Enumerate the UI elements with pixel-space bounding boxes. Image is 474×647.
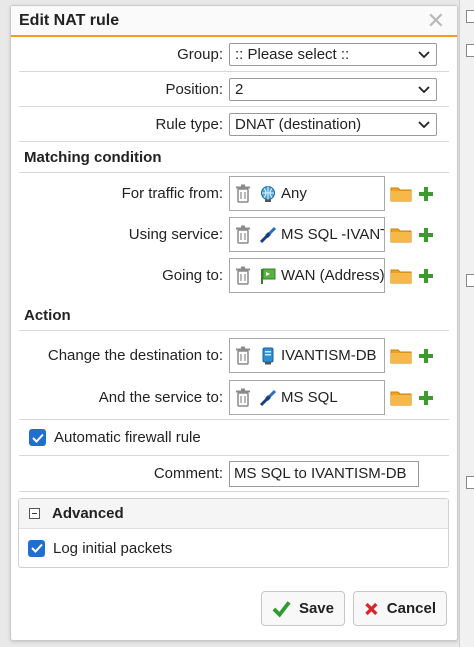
host-server-icon <box>262 347 274 364</box>
position-row: Position: 2 <box>19 72 449 107</box>
automatic-firewall-label: Automatic firewall rule <box>54 429 201 446</box>
traffic-from-label: For traffic from: <box>121 185 223 202</box>
traffic-from-row: For traffic from: Any <box>19 173 449 214</box>
folder-icon[interactable] <box>390 347 412 364</box>
save-button[interactable]: Save <box>261 591 345 626</box>
row-checkbox[interactable] <box>466 10 474 23</box>
comment-label: Comment: <box>153 465 223 482</box>
advanced-header[interactable]: Advanced <box>19 499 448 529</box>
background-table-edge <box>459 0 474 647</box>
change-destination-value: IVANTISM-DB <box>281 347 377 364</box>
log-initial-checkbox[interactable] <box>28 539 45 557</box>
advanced-panel: Advanced Log initial packets <box>18 498 449 568</box>
using-service-row: Using service: MS SQL -IVANTI <box>19 214 449 255</box>
trash-icon[interactable] <box>235 184 251 204</box>
folder-icon[interactable] <box>390 185 412 202</box>
and-service-value: MS SQL <box>281 389 338 406</box>
traffic-from-dropzone[interactable]: Any <box>229 176 385 211</box>
save-button-label: Save <box>298 600 334 617</box>
row-checkbox[interactable] <box>466 476 474 489</box>
log-initial-row: Log initial packets <box>19 529 448 567</box>
group-select-value: :: Please select :: <box>235 45 350 63</box>
rule-type-select[interactable]: DNAT (destination) <box>229 112 437 136</box>
chevron-down-icon <box>418 121 430 129</box>
trash-icon[interactable] <box>235 225 251 245</box>
row-checkbox[interactable] <box>466 274 474 287</box>
rule-type-select-value: DNAT (destination) <box>235 115 362 133</box>
trash-icon[interactable] <box>235 388 251 408</box>
chevron-down-icon <box>418 86 430 94</box>
comment-row: Comment: MS SQL to IVANTISM-DB <box>19 456 449 492</box>
change-destination-row: Change the destination to: IVANTISM-DB <box>19 335 449 376</box>
going-to-value: WAN (Address) <box>281 267 384 284</box>
log-initial-label: Log initial packets <box>53 539 173 557</box>
chevron-down-icon <box>418 51 430 59</box>
using-service-label: Using service: <box>128 226 223 243</box>
using-service-value: MS SQL -IVANTI <box>281 226 384 243</box>
rule-type-label: Rule type: <box>155 115 223 133</box>
group-row: Group: :: Please select :: <box>19 37 449 72</box>
action-heading: Action <box>19 300 449 331</box>
checkmark-icon <box>30 543 43 553</box>
folder-icon[interactable] <box>390 389 412 406</box>
advanced-heading: Advanced <box>52 505 124 522</box>
globe-network-icon <box>261 185 275 202</box>
checkmark-icon <box>31 433 44 443</box>
position-select[interactable]: 2 <box>229 77 437 101</box>
cancel-button[interactable]: Cancel <box>353 591 447 626</box>
close-icon <box>365 602 378 615</box>
position-select-value: 2 <box>235 80 244 98</box>
change-destination-label: Change the destination to: <box>47 347 223 364</box>
add-plus-icon[interactable] <box>418 268 434 284</box>
position-label: Position: <box>165 80 223 98</box>
add-plus-icon[interactable] <box>418 186 434 202</box>
checkmark-icon <box>272 600 291 618</box>
group-label: Group: <box>177 45 223 63</box>
and-service-dropzone[interactable]: MS SQL <box>229 380 385 415</box>
service-plug-icon <box>259 226 277 243</box>
dialog-title: Edit NAT rule <box>19 11 120 29</box>
collapse-minus-icon[interactable] <box>29 508 40 519</box>
add-plus-icon[interactable] <box>418 227 434 243</box>
group-select[interactable]: :: Please select :: <box>229 42 437 66</box>
comment-input[interactable]: MS SQL to IVANTISM-DB <box>229 460 419 487</box>
automatic-firewall-row: Automatic firewall rule <box>19 420 449 456</box>
service-plug-icon <box>259 389 277 406</box>
dialog-footer: Save Cancel <box>261 591 447 626</box>
using-service-dropzone[interactable]: MS SQL -IVANTI <box>229 217 385 252</box>
automatic-firewall-checkbox[interactable] <box>29 429 46 446</box>
folder-icon[interactable] <box>390 267 412 284</box>
row-checkbox[interactable] <box>466 44 474 57</box>
and-service-row: And the service to: MS SQL <box>19 376 449 420</box>
and-service-label: And the service to: <box>98 389 223 406</box>
interface-flag-icon <box>261 268 276 284</box>
trash-icon[interactable] <box>235 346 251 366</box>
going-to-label: Going to: <box>162 267 223 284</box>
edit-nat-rule-dialog: Edit NAT rule ✕ Group: :: Please select … <box>10 5 458 641</box>
trash-icon[interactable] <box>235 266 251 286</box>
folder-icon[interactable] <box>390 226 412 243</box>
traffic-from-value: Any <box>281 185 307 202</box>
dialog-titlebar: Edit NAT rule ✕ <box>11 6 457 37</box>
cancel-button-label: Cancel <box>386 600 436 617</box>
change-destination-dropzone[interactable]: IVANTISM-DB <box>229 338 385 373</box>
add-plus-icon[interactable] <box>418 390 434 406</box>
close-icon[interactable]: ✕ <box>427 9 445 32</box>
going-to-row: Going to: WAN (Address) <box>19 255 449 296</box>
matching-condition-heading: Matching condition <box>19 142 449 173</box>
rule-type-row: Rule type: DNAT (destination) <box>19 107 449 142</box>
add-plus-icon[interactable] <box>418 348 434 364</box>
going-to-dropzone[interactable]: WAN (Address) <box>229 258 385 293</box>
